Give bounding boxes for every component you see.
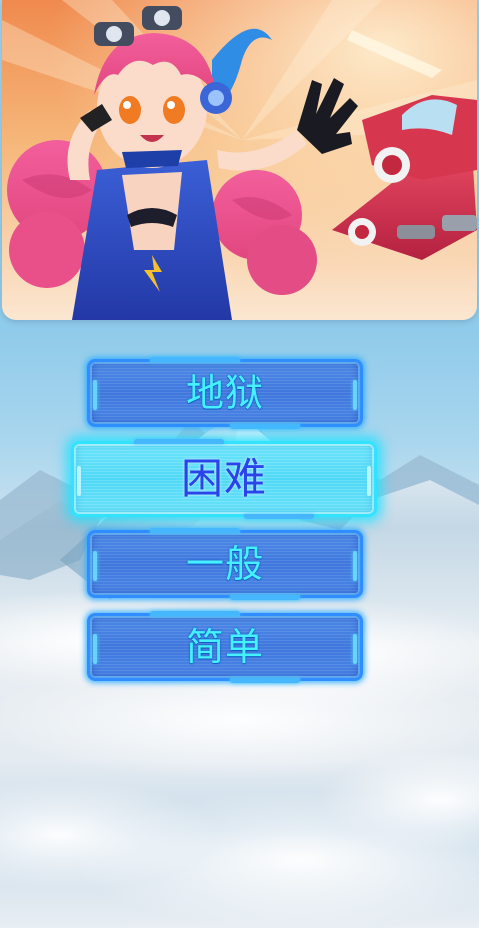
difficulty-normal-label: 一般: [185, 542, 264, 586]
button-edge-light: [353, 634, 357, 664]
difficulty-hard-button[interactable]: 困难: [71, 439, 377, 519]
button-edge-light: [93, 634, 97, 664]
button-edge-light: [367, 466, 371, 496]
difficulty-hell-label: 地狱: [185, 371, 264, 415]
button-edge-light: [353, 380, 357, 410]
difficulty-hell-button[interactable]: 地狱: [87, 357, 363, 429]
button-edge-light: [93, 380, 97, 410]
difficulty-easy-button[interactable]: 简单: [87, 611, 363, 683]
difficulty-hard-label: 困难: [180, 454, 267, 503]
button-edge-light: [77, 466, 81, 496]
difficulty-easy-label: 简单: [185, 625, 264, 669]
difficulty-menu: 地狱 困难 一般 简单: [0, 0, 479, 928]
button-edge-light: [93, 551, 97, 581]
button-edge-light: [353, 551, 357, 581]
difficulty-normal-button[interactable]: 一般: [87, 528, 363, 600]
